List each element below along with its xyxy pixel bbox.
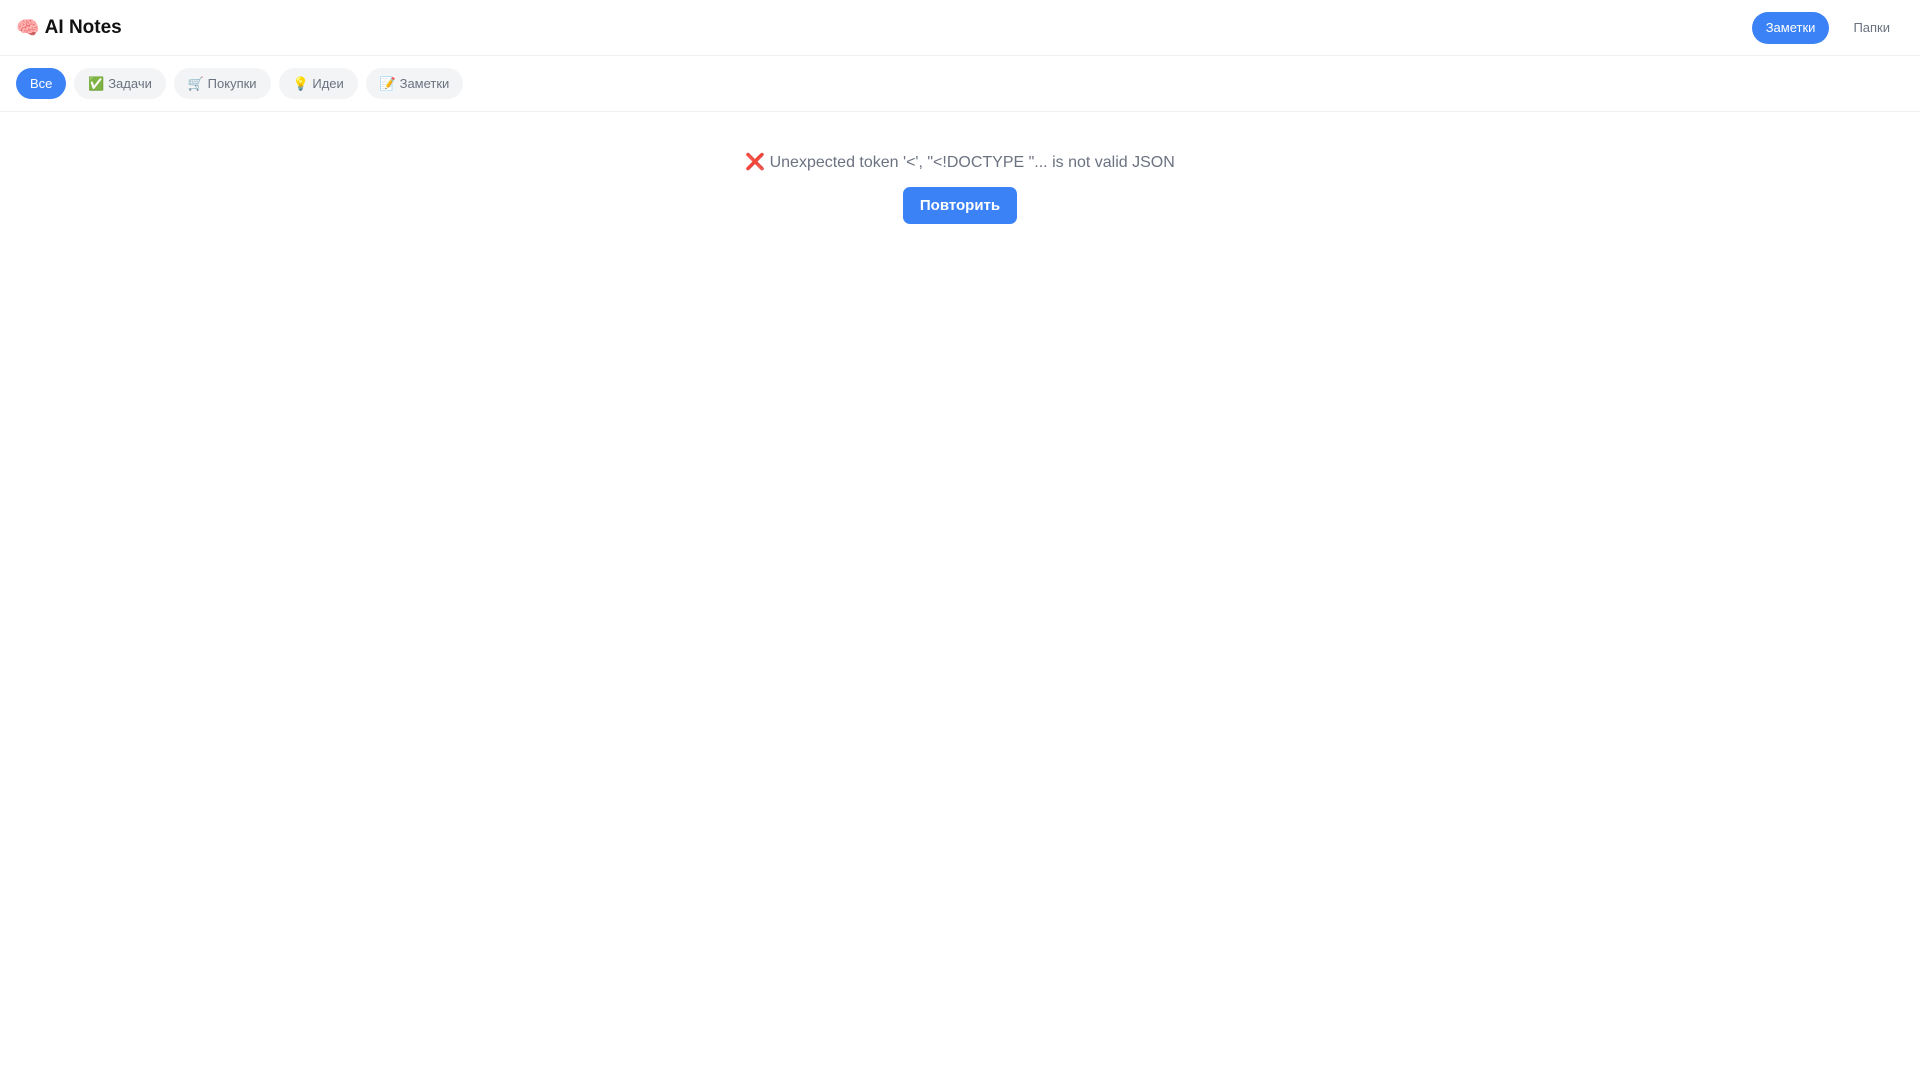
nav-notes[interactable]: Заметки [1751, 11, 1830, 44]
retry-button[interactable]: Повторить [903, 187, 1017, 224]
error-message: ❌ Unexpected token '<', "<!DOCTYPE "... … [745, 154, 1175, 171]
app-logo: 🧠 AI Notes [16, 16, 122, 40]
filter-ideas[interactable]: 💡 Идеи [278, 68, 358, 99]
nav-folders[interactable]: Папки [1839, 12, 1904, 44]
brain-icon: 🧠 [16, 17, 40, 39]
app-title: AI Notes [44, 16, 122, 38]
filter-all[interactable]: Все [16, 68, 67, 99]
main-content: ❌ Unexpected token '<', "<!DOCTYPE "... … [0, 112, 1920, 224]
app-header: 🧠 AI Notes Заметки Папки [0, 0, 1920, 56]
category-filters: Все ✅ Задачи 🛒 Покупки 💡 Идеи 📝 Заметки [0, 56, 1920, 112]
filter-tasks[interactable]: ✅ Задачи [74, 68, 166, 99]
main-nav: Заметки Папки [1751, 11, 1904, 44]
filter-shopping[interactable]: 🛒 Покупки [173, 68, 271, 99]
filter-notes[interactable]: 📝 Заметки [365, 68, 464, 99]
